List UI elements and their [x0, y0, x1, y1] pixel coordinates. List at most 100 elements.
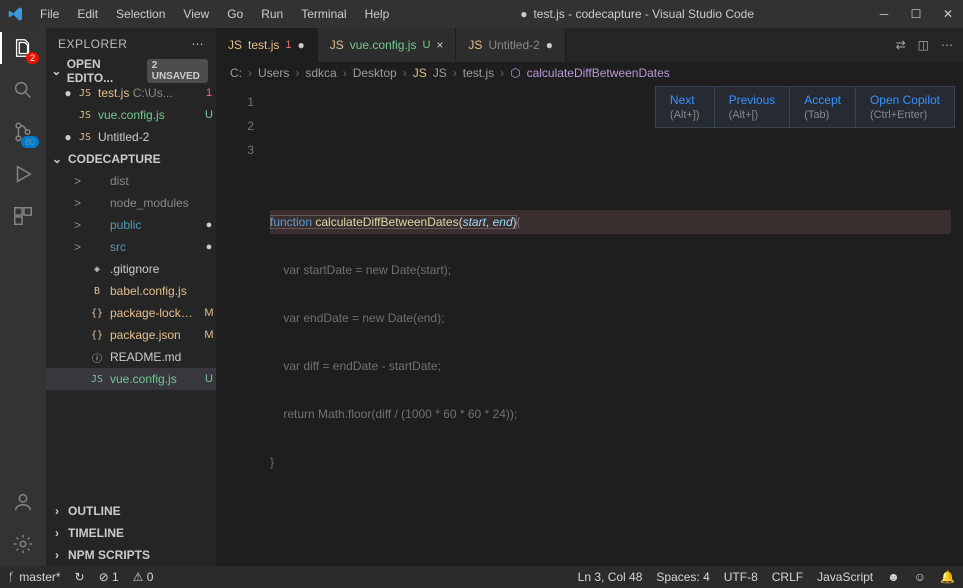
close-tab-icon[interactable]: ×	[436, 38, 443, 52]
compare-icon[interactable]: ⇄	[896, 38, 906, 52]
breadcrumb-item[interactable]: sdkca	[305, 66, 336, 80]
open-editor-item[interactable]: JS vue.config.js U	[46, 104, 216, 126]
editor-tab[interactable]: JS Untitled-2 ●	[456, 28, 566, 62]
menu-view[interactable]: View	[175, 3, 217, 25]
sidebar-section[interactable]: ›NPM SCRIPTS	[46, 544, 216, 566]
notifications-icon[interactable]: 🔔	[940, 570, 955, 584]
tree-item[interactable]: JS vue.config.jsU	[46, 368, 216, 390]
more-icon[interactable]: ⋯	[192, 37, 205, 51]
menu-selection[interactable]: Selection	[108, 3, 173, 25]
sync-icon[interactable]: ↻	[75, 570, 85, 584]
maximize-icon[interactable]: ☐	[909, 7, 923, 21]
dirty-dot-icon: ●	[64, 86, 72, 100]
settings-gear-icon[interactable]	[11, 532, 35, 556]
breadcrumb-item[interactable]: Users	[258, 66, 289, 80]
language-mode[interactable]: JavaScript	[817, 570, 873, 584]
copilot-status-icon[interactable]: ☻	[887, 570, 900, 584]
tree-item[interactable]: > dist	[46, 170, 216, 192]
account-icon[interactable]	[11, 490, 35, 514]
file-mark: U	[202, 109, 216, 121]
open-editor-item[interactable]: ● JS test.js C:\Us... 1	[46, 82, 216, 104]
warnings-count[interactable]: ⚠ 0	[133, 570, 154, 584]
status-bar: ᚶ master* ↻ ⊘ 1 ⚠ 0 Ln 3, Col 48 Spaces:…	[0, 566, 963, 588]
menu-run[interactable]: Run	[253, 3, 291, 25]
indent-setting[interactable]: Spaces: 4	[656, 570, 709, 584]
git-branch[interactable]: ᚶ master*	[8, 570, 61, 584]
copilot-action[interactable]: Open Copilot(Ctrl+Enter)	[855, 87, 954, 127]
run-debug-icon[interactable]	[11, 162, 35, 186]
chevron-right-icon: >	[74, 240, 84, 254]
title-bar: File Edit Selection View Go Run Terminal…	[0, 0, 963, 28]
cursor-position[interactable]: Ln 3, Col 48	[578, 570, 643, 584]
source-control-icon[interactable]: 80	[11, 120, 35, 144]
file-name: .gitignore	[110, 262, 196, 276]
chevron-right-icon: ›	[50, 504, 64, 518]
dirty-dot-icon[interactable]: ●	[546, 38, 553, 52]
breadcrumb-item[interactable]: Desktop	[353, 66, 397, 80]
breadcrumb[interactable]: C:›Users›sdkca›Desktop›JSJS›test.js›⬡cal…	[216, 62, 963, 84]
feedback-icon[interactable]: ☺	[914, 570, 926, 584]
tree-item[interactable]: {} package.jsonM	[46, 324, 216, 346]
close-icon[interactable]: ✕	[941, 7, 955, 21]
search-icon[interactable]	[11, 78, 35, 102]
chevron-right-icon: ›	[50, 526, 64, 540]
file-mark: M	[202, 329, 216, 341]
vertical-scrollbar[interactable]	[951, 84, 963, 566]
tree-item[interactable]: B babel.config.js	[46, 280, 216, 302]
tree-item[interactable]: > public●	[46, 214, 216, 236]
dirty-dot-icon[interactable]: ●	[297, 38, 304, 52]
breadcrumb-item[interactable]: test.js	[463, 66, 494, 80]
file-icon: B	[90, 286, 104, 297]
menu-help[interactable]: Help	[357, 3, 398, 25]
tree-item[interactable]: > node_modules	[46, 192, 216, 214]
file-name: babel.config.js	[110, 284, 196, 298]
breadcrumb-item[interactable]: calculateDiffBetweenDates	[527, 66, 670, 80]
menu-edit[interactable]: Edit	[69, 3, 106, 25]
editor-tab[interactable]: JS vue.config.js U ×	[318, 28, 457, 62]
copilot-action[interactable]: Next(Alt+])	[656, 87, 714, 127]
tab-mark: 1	[285, 39, 291, 51]
tree-item[interactable]: ◈ .gitignore	[46, 258, 216, 280]
file-mark: U	[202, 373, 216, 385]
js-file-icon: JS	[330, 38, 344, 52]
explorer-icon[interactable]: 2	[11, 36, 35, 60]
minimize-icon[interactable]: ─	[877, 7, 891, 21]
open-editor-item[interactable]: ● JS Untitled-2	[46, 126, 216, 148]
extensions-icon[interactable]	[11, 204, 35, 228]
breadcrumb-item[interactable]: JS	[433, 66, 447, 80]
line-number: 3	[216, 138, 254, 162]
errors-count[interactable]: ⊘ 1	[99, 570, 119, 584]
breadcrumb-item[interactable]: C:	[230, 66, 242, 80]
chevron-right-icon: ›	[403, 66, 407, 80]
chevron-right-icon: >	[74, 174, 84, 188]
eol[interactable]: CRLF	[772, 570, 803, 584]
copilot-action[interactable]: Previous(Alt+[)	[714, 87, 790, 127]
encoding[interactable]: UTF-8	[724, 570, 758, 584]
tree-item[interactable]: > src●	[46, 236, 216, 258]
file-name: package-lock.json	[110, 306, 196, 320]
more-icon[interactable]: ⋯	[941, 38, 953, 52]
file-name: test.js C:\Us...	[98, 86, 196, 100]
tree-item[interactable]: {} package-lock.jsonM	[46, 302, 216, 324]
file-name: public	[110, 218, 196, 232]
menu-go[interactable]: Go	[219, 3, 251, 25]
menu-file[interactable]: File	[32, 3, 67, 25]
tab-title: test.js	[248, 38, 279, 52]
js-file-icon: JS	[468, 38, 482, 52]
editor-tabs: JS test.js 1 ●JS vue.config.js U ×JS Unt…	[216, 28, 963, 62]
chevron-right-icon: >	[74, 196, 84, 210]
sidebar-section[interactable]: ›TIMELINE	[46, 522, 216, 544]
code-editor[interactable]: function calculateDiffBetweenDates(start…	[270, 84, 951, 566]
file-icon: {}	[90, 330, 104, 341]
copilot-action[interactable]: Accept(Tab)	[789, 87, 855, 127]
tree-item[interactable]: ⓘ README.md	[46, 346, 216, 368]
section-label: NPM SCRIPTS	[68, 548, 150, 562]
file-icon: ⓘ	[90, 350, 104, 365]
project-header[interactable]: ⌄ CODECAPTURE	[46, 148, 216, 170]
sidebar-section[interactable]: ›OUTLINE	[46, 500, 216, 522]
editor-tab[interactable]: JS test.js 1 ●	[216, 28, 318, 62]
split-editor-icon[interactable]: ◫	[918, 38, 929, 52]
menu-terminal[interactable]: Terminal	[293, 3, 354, 25]
js-file-icon: JS	[413, 66, 427, 80]
open-editors-header[interactable]: ⌄ OPEN EDITO... 2 UNSAVED	[46, 60, 216, 82]
